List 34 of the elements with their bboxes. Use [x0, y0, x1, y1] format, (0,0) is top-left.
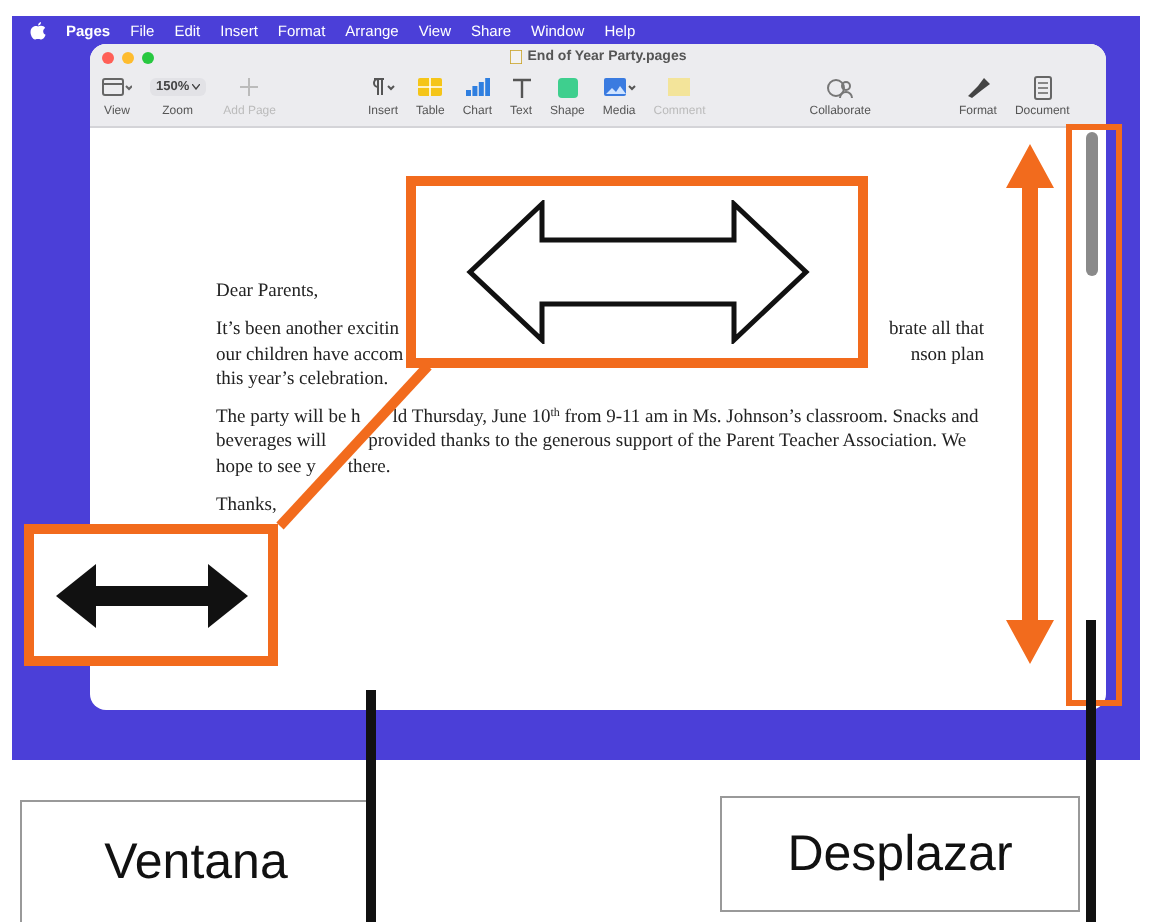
table-icon: [418, 78, 443, 96]
document-icon: [1033, 75, 1052, 99]
body-text: this year’s celebration.: [216, 367, 389, 393]
body-text: It’s been another excitin: [216, 318, 400, 344]
paragraph-icon: [368, 78, 397, 96]
greeting-text: Dear Parents,: [216, 280, 321, 305]
zoom-window-button[interactable]: [142, 51, 154, 63]
paintbrush-icon: [965, 77, 990, 97]
body-text: The party will be h: [216, 406, 361, 431]
callout-label: Desplazar: [720, 796, 1080, 912]
body-text: brate all that: [889, 318, 984, 344]
body-text: hope to see y: [216, 455, 316, 481]
callout-label: Ventana: [20, 800, 372, 922]
apple-logo-icon[interactable]: [30, 21, 46, 39]
minimize-button[interactable]: [122, 51, 134, 63]
body-text: there.: [347, 455, 391, 481]
closing-text: Thanks,: [216, 494, 279, 519]
people-icon: [825, 77, 856, 97]
plus-icon: [240, 78, 259, 96]
caret-icon: [191, 84, 200, 90]
body-text: ld Thursday, June 10$^{th}$ from 9-11 am in Ms. Johnson’s classroom. Snacks and: [392, 406, 979, 431]
text-icon: [511, 77, 532, 97]
close-button[interactable]: [102, 51, 114, 63]
image-icon: [603, 78, 636, 96]
chart-icon: [465, 78, 490, 96]
sidebar-icon: [102, 78, 132, 96]
comment-icon: [668, 78, 691, 96]
document-icon: [509, 50, 522, 64]
body-text: our children have accom: [216, 343, 404, 368]
body-text: provided thanks to the generous support of the Parent Teacher Association. We: [368, 430, 967, 456]
body-text: nson plan: [910, 343, 984, 368]
body-text: beverages will: [216, 430, 327, 456]
square-icon: [557, 77, 578, 97]
scroll-thumb[interactable]: [1086, 132, 1098, 276]
